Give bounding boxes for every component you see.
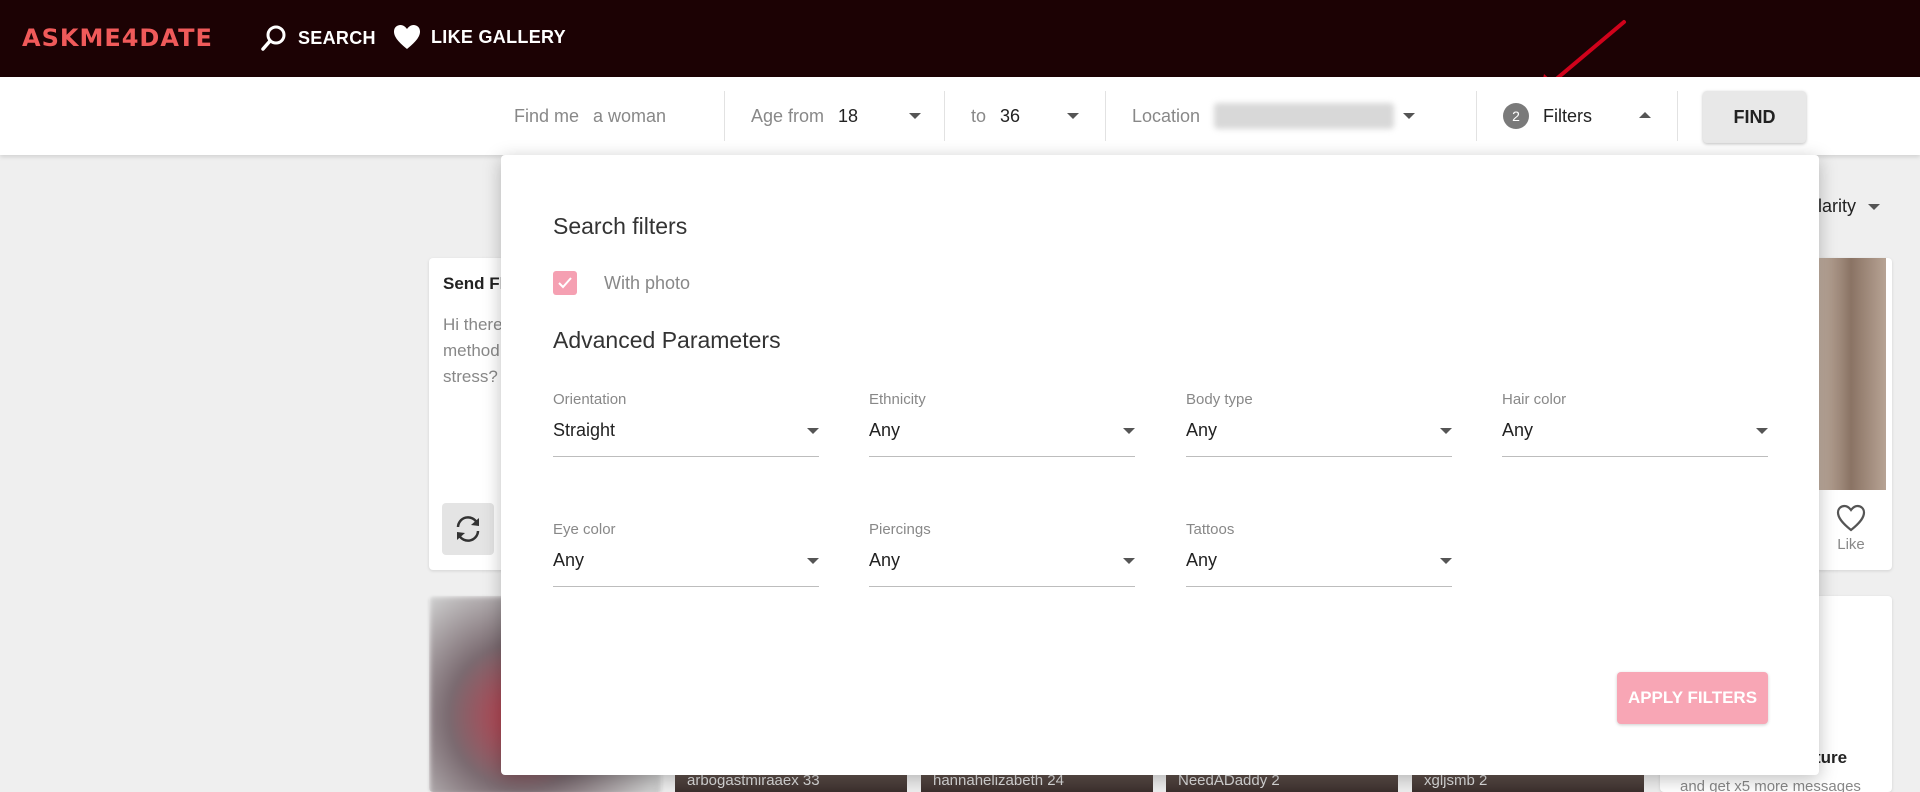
chevron-down-icon (1123, 558, 1135, 564)
orientation-select[interactable]: Orientation Straight (553, 391, 819, 461)
divider (1476, 91, 1477, 141)
piercings-value: Any (869, 550, 901, 570)
location-value-blurred (1214, 103, 1395, 129)
select-underline (553, 586, 819, 587)
divider (944, 91, 945, 141)
heart-icon (394, 25, 420, 49)
refresh-button[interactable] (442, 503, 494, 555)
select-underline (1186, 586, 1452, 587)
location-select[interactable]: Location (1132, 77, 1415, 155)
tattoos-value: Any (1186, 550, 1218, 570)
piercings-select[interactable]: Piercings Any (869, 521, 1135, 591)
find-me-label: Find me (514, 105, 580, 126)
nav-search-label: SEARCH (298, 27, 376, 48)
promo-title: ture (1815, 748, 1848, 767)
age-from-label: Age from (751, 105, 825, 126)
filters-panel: Search filters With photo Advanced Param… (501, 155, 1819, 775)
search-icon (261, 25, 286, 51)
chevron-down-icon (807, 428, 819, 434)
piercings-label: Piercings (869, 521, 931, 538)
like-button[interactable]: Like (1836, 504, 1866, 553)
chevron-down-icon (1440, 428, 1452, 434)
chevron-down-icon (909, 113, 921, 119)
apply-filters-button[interactable]: APPLY FILTERS (1617, 672, 1768, 724)
eye-color-label: Eye color (553, 521, 616, 538)
hair-color-label: Hair color (1502, 391, 1567, 408)
advanced-parameters-title: Advanced Parameters (553, 327, 781, 353)
refresh-icon (456, 516, 480, 542)
eye-color-select[interactable]: Eye color Any (553, 521, 819, 591)
nav-search-link[interactable]: SEARCH (260, 24, 376, 52)
location-label: Location (1132, 105, 1201, 126)
age-to-select[interactable]: to 36 (971, 77, 1079, 155)
promo-subtitle: and get x5 more messages (1680, 778, 1861, 792)
find-button[interactable]: FIND (1703, 91, 1806, 143)
flirt-text: Hi there method stress? (443, 315, 503, 386)
orientation-label: Orientation (553, 391, 627, 408)
profile-card[interactable]: Like (1816, 258, 1892, 570)
age-from-select[interactable]: Age from 18 (751, 77, 921, 155)
top-navigation-bar: ASKME4DATE SEARCH LIKE GALLERY (0, 0, 1920, 94)
hair-color-select[interactable]: Hair color Any (1502, 391, 1768, 461)
nav-like-gallery-link[interactable]: LIKE GALLERY (393, 24, 566, 50)
age-from-value: 18 (838, 105, 859, 126)
chevron-down-icon (1403, 113, 1415, 119)
chevron-down-icon (1440, 558, 1452, 564)
search-filters-title: Search filters (553, 213, 688, 239)
filters-label: Filters (1543, 105, 1592, 126)
site-logo[interactable]: ASKME4DATE (22, 24, 213, 52)
ethnicity-label: Ethnicity (869, 391, 926, 408)
eye-color-value: Any (553, 550, 585, 570)
chevron-down-icon (807, 558, 819, 564)
find-me-value: a woman (593, 105, 667, 126)
with-photo-label: With photo (604, 272, 691, 293)
profile-photo (1816, 258, 1886, 490)
hair-color-value: Any (1502, 420, 1534, 440)
checkmark-icon (558, 277, 572, 289)
age-to-value: 36 (1000, 105, 1021, 126)
chevron-up-icon (1639, 112, 1651, 118)
nav-like-gallery-label: LIKE GALLERY (431, 26, 566, 47)
chevron-down-icon (1868, 203, 1881, 210)
body-type-value: Any (1186, 420, 1218, 440)
find-me-select[interactable]: Find me a woman (514, 77, 666, 155)
with-photo-checkbox[interactable] (553, 271, 577, 295)
heart-outline-icon (1836, 504, 1866, 532)
divider (1677, 91, 1678, 141)
select-underline (1186, 456, 1452, 457)
chevron-down-icon (1756, 428, 1768, 434)
ethnicity-value: Any (869, 420, 901, 440)
divider (724, 91, 725, 141)
tattoos-select[interactable]: Tattoos Any (1186, 521, 1452, 591)
ethnicity-select[interactable]: Ethnicity Any (869, 391, 1135, 461)
filters-count-badge: 2 (1503, 103, 1529, 129)
body-type-label: Body type (1186, 391, 1253, 408)
with-photo-checkbox-row[interactable]: With photo (553, 271, 690, 295)
send-flirt-card: Send Fl Hi there method stress? (429, 258, 509, 570)
chevron-down-icon (1067, 113, 1079, 119)
filters-toggle[interactable]: 2 Filters (1503, 77, 1651, 155)
search-bar: Find me a woman Age from 18 to 36 Locati… (0, 77, 1920, 155)
orientation-value: Straight (553, 420, 616, 440)
flirt-title: Send Fl (443, 274, 505, 293)
select-underline (869, 586, 1135, 587)
age-to-label: to (971, 105, 987, 126)
like-label: Like (1837, 536, 1865, 553)
select-underline (1502, 456, 1768, 457)
select-underline (869, 456, 1135, 457)
select-underline (553, 456, 819, 457)
tattoos-label: Tattoos (1186, 521, 1235, 538)
chevron-down-icon (1123, 428, 1135, 434)
body-type-select[interactable]: Body type Any (1186, 391, 1452, 461)
divider (1105, 91, 1106, 141)
